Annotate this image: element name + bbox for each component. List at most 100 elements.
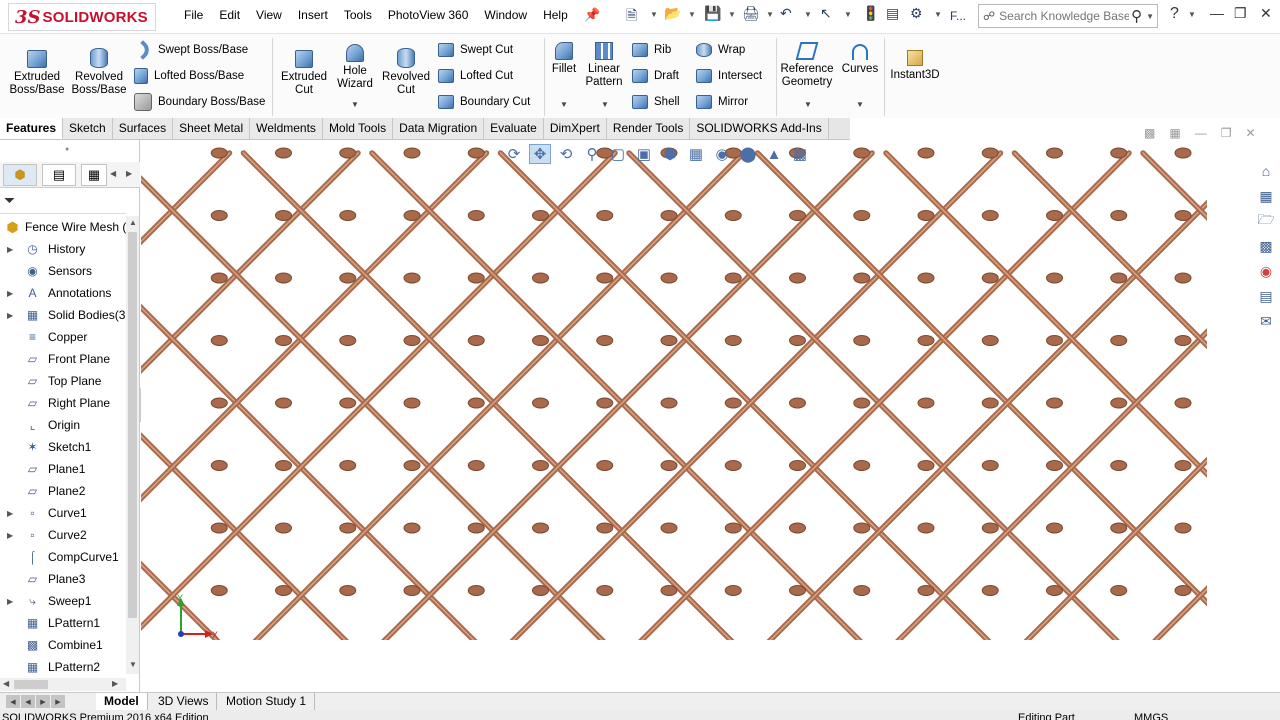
rotate-icon[interactable]: ⟲ xyxy=(555,144,577,164)
swept-cut-button[interactable]: Swept Cut xyxy=(438,40,513,60)
expand-arrow-icon[interactable]: ▶ xyxy=(7,245,13,254)
file-properties-icon[interactable]: ▤ xyxy=(886,5,899,22)
hide-show-icon[interactable]: ◉ xyxy=(711,144,733,164)
scroll-left-icon[interactable]: ◀ xyxy=(3,679,9,688)
next-tab-icon[interactable]: ▶ xyxy=(36,695,50,708)
tab-3d-views[interactable]: 3D Views xyxy=(150,693,218,710)
search-dropdown-icon[interactable]: ▼ xyxy=(1146,12,1154,21)
configuration-manager-tab-icon[interactable]: ▦ xyxy=(81,164,107,186)
rib-button[interactable]: Rib xyxy=(632,40,671,60)
undo-icon[interactable]: ↶ xyxy=(780,5,792,22)
print-dropdown-icon[interactable]: ▼ xyxy=(766,10,774,19)
close-icon[interactable]: ✕ xyxy=(1260,5,1272,22)
reference-geometry-dropdown-icon[interactable]: ▼ xyxy=(804,100,812,109)
tree-item-sensors[interactable]: ◉ Sensors xyxy=(0,260,126,282)
tree-root-part[interactable]: ⬢ Fence Wire Mesh ( xyxy=(0,216,126,238)
scroll-thumb[interactable] xyxy=(128,232,137,618)
search-icon[interactable]: ⚲ xyxy=(1131,7,1142,25)
doc-close-icon[interactable]: ✕ xyxy=(1245,126,1255,140)
solidworks-resources-icon[interactable]: ⌂ xyxy=(1254,160,1278,182)
linear-pattern-button[interactable]: Linear Pattern xyxy=(582,38,626,89)
tree-item-copper[interactable]: ≡ Copper xyxy=(0,326,126,348)
tree-item-compcurve1[interactable]: ⌠ CompCurve1 xyxy=(0,546,126,568)
tree-item-sketch1[interactable]: ✶ Sketch1 xyxy=(0,436,126,458)
view-orientation-icon[interactable]: ⬢ xyxy=(659,144,681,164)
tree-item-plane1[interactable]: ▱ Plane1 xyxy=(0,458,126,480)
undo-dropdown-icon[interactable]: ▼ xyxy=(804,10,812,19)
solidworks-logo[interactable]: 3S SOLIDWORKS xyxy=(8,3,156,31)
appearances-scenes-icon[interactable]: ◉ xyxy=(1254,260,1278,282)
first-tab-icon[interactable]: ◀ xyxy=(6,695,20,708)
tab-weldments[interactable]: Weldments xyxy=(250,118,323,139)
curves-dropdown-icon[interactable]: ▼ xyxy=(856,100,864,109)
pan-icon[interactable]: ✥ xyxy=(529,144,551,164)
section-view-icon[interactable]: ▣ xyxy=(633,144,655,164)
lofted-boss-button[interactable]: Lofted Boss/Base xyxy=(134,66,244,86)
shell-button[interactable]: Shell xyxy=(632,92,680,112)
fillet-button[interactable]: Fillet xyxy=(546,38,582,76)
graphics-area[interactable]: ⟳ ✥ ⟲ ⚲ ▢ ▣ ⬢ ▦ ◉ ⬤ ▲ ▩ Y X xyxy=(141,140,1251,693)
tab-surfaces[interactable]: Surfaces xyxy=(112,118,174,139)
boundary-boss-button[interactable]: Boundary Boss/Base xyxy=(134,92,265,112)
tree-horizontal-scrollbar[interactable]: ◀ ▶ xyxy=(0,678,126,691)
doc-restore-icon[interactable]: ▩ xyxy=(1144,126,1155,140)
new-document-icon[interactable]: 🗎 xyxy=(626,5,637,29)
new-dropdown-icon[interactable]: ▼ xyxy=(650,10,658,19)
extruded-boss-button[interactable]: Extruded Boss/Base xyxy=(8,38,66,97)
hscroll-thumb[interactable] xyxy=(14,680,48,689)
previous-view-icon[interactable]: ▢ xyxy=(607,144,629,164)
apply-scene-icon[interactable]: ▲ xyxy=(763,144,785,164)
menu-insert[interactable]: Insert xyxy=(290,8,336,22)
tab-evaluate[interactable]: Evaluate xyxy=(484,118,544,139)
open-folder-icon[interactable]: 📂 xyxy=(664,5,681,22)
menu-photoview[interactable]: PhotoView 360 xyxy=(380,8,477,22)
help-icon[interactable]: ? xyxy=(1170,5,1179,23)
view-settings-icon[interactable]: ▩ xyxy=(789,144,811,164)
knowledge-base-search[interactable]: ☍ ⚲ ▼ xyxy=(978,4,1158,28)
tree-item-front-plane[interactable]: ▱ Front Plane xyxy=(0,348,126,370)
expand-arrow-icon[interactable]: ▶ xyxy=(7,289,13,298)
print-icon[interactable]: 🖨 xyxy=(742,5,760,22)
tree-item-history[interactable]: ▶ ◷ History xyxy=(0,238,126,260)
save-dropdown-icon[interactable]: ▼ xyxy=(728,10,736,19)
tab-motion-study[interactable]: Motion Study 1 xyxy=(218,693,316,710)
intersect-button[interactable]: Intersect xyxy=(696,66,762,86)
scroll-up-icon[interactable]: ▲ xyxy=(129,218,137,227)
doc-tile-icon[interactable]: ▦ xyxy=(1169,126,1180,140)
tab-mold-tools[interactable]: Mold Tools xyxy=(322,118,394,139)
filter-icon[interactable]: ⏷ xyxy=(4,192,15,209)
tree-item-combine1[interactable]: ▩ Combine1 xyxy=(0,634,126,656)
select-pointer-icon[interactable]: ↖ xyxy=(820,5,832,22)
options-dropdown-icon[interactable]: ▼ xyxy=(934,10,942,19)
wrap-button[interactable]: Wrap xyxy=(696,40,745,60)
swept-boss-button[interactable]: Swept Boss/Base xyxy=(133,40,248,60)
reference-geometry-button[interactable]: Reference Geometry xyxy=(778,38,836,89)
menu-help[interactable]: Help xyxy=(535,8,576,22)
lofted-cut-button[interactable]: Lofted Cut xyxy=(438,66,513,86)
tab-dimxpert[interactable]: DimXpert xyxy=(543,118,607,139)
revolved-cut-button[interactable]: Revolved Cut xyxy=(380,38,432,97)
tree-item-top-plane[interactable]: ▱ Top Plane xyxy=(0,370,126,392)
tree-item-curve1[interactable]: ▶ ▫ Curve1 xyxy=(0,502,126,524)
menu-edit[interactable]: Edit xyxy=(211,8,248,22)
rebuild-icon[interactable]: 🚦 xyxy=(862,5,879,22)
tree-item-sweep1[interactable]: ▶ ⤷ Sweep1 xyxy=(0,590,126,612)
search-input[interactable] xyxy=(999,9,1130,23)
tree-item-lpattern1[interactable]: ▦ LPattern1 xyxy=(0,612,126,634)
tree-item-plane2[interactable]: ▱ Plane2 xyxy=(0,480,126,502)
tree-item-right-plane[interactable]: ▱ Right Plane xyxy=(0,392,126,414)
tab-model[interactable]: Model xyxy=(96,693,148,710)
tab-features[interactable]: Features xyxy=(0,118,64,139)
pin-menu-icon[interactable]: 📌 xyxy=(584,7,600,23)
menu-tools[interactable]: Tools xyxy=(336,8,380,22)
boundary-cut-button[interactable]: Boundary Cut xyxy=(438,92,530,112)
tree-item-origin[interactable]: ⌞ Origin xyxy=(0,414,126,436)
tab-sketch[interactable]: Sketch xyxy=(63,118,113,139)
expand-arrow-icon[interactable]: ▶ xyxy=(7,531,13,540)
tab-render-tools[interactable]: Render Tools xyxy=(606,118,691,139)
expand-arrow-icon[interactable]: ▶ xyxy=(7,509,13,518)
tree-vertical-scrollbar[interactable]: ▲ ▼ xyxy=(126,216,139,674)
file-explorer-icon[interactable]: 🗁 xyxy=(1254,210,1278,232)
expand-arrow-icon[interactable]: ▶ xyxy=(7,311,13,320)
options-more-label[interactable]: F... xyxy=(950,9,966,23)
